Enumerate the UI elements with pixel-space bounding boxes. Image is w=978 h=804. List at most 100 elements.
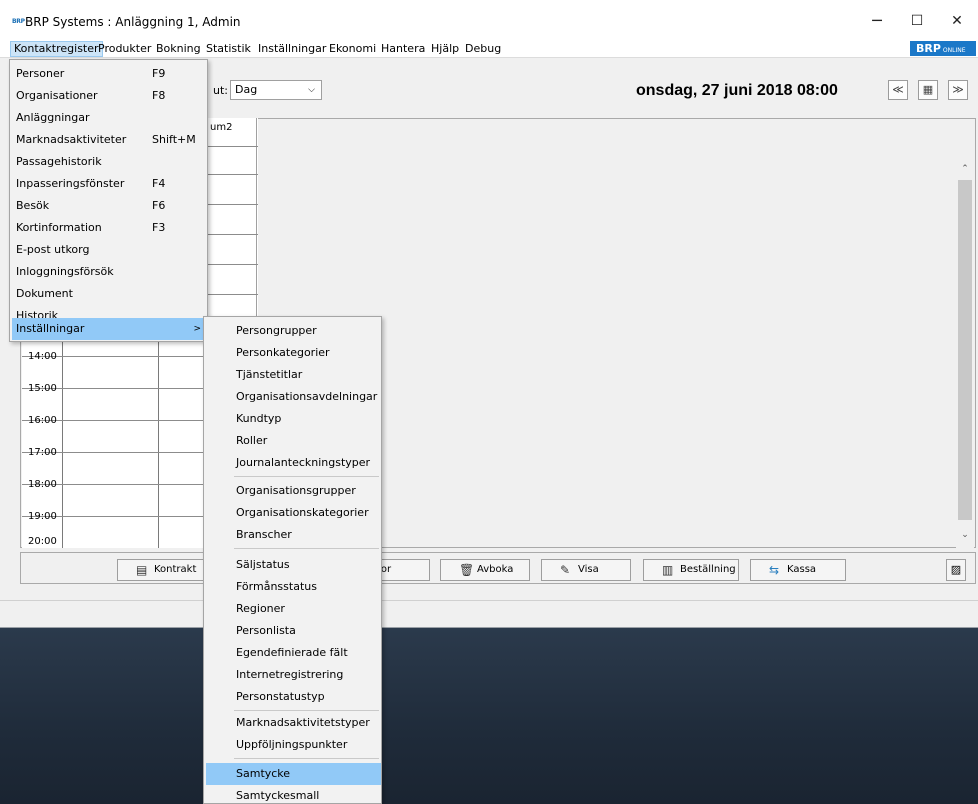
avboka-button-label: Avboka	[477, 564, 514, 575]
scroll-up-arrow-icon[interactable]: ⌃	[958, 164, 972, 178]
view-select[interactable]: Dag ⌵	[230, 80, 322, 100]
avboka-button[interactable]: 🗑 Avboka	[440, 559, 530, 581]
submenu-item-formansstatus[interactable]: Förmånsstatus	[206, 576, 381, 598]
menu-produkter[interactable]: Produkter	[95, 41, 154, 57]
menu-item-shortcut: F6	[152, 199, 166, 212]
desktop-background	[0, 628, 978, 804]
bestallning-button-label: Beställning	[680, 564, 736, 575]
close-button[interactable]: ✕	[942, 8, 972, 34]
hour-label: 20:00	[28, 536, 57, 546]
submenu-item-internetregistrering[interactable]: Internetregistrering	[206, 664, 381, 686]
submenu-item-personkategorier[interactable]: Personkategorier	[206, 342, 381, 364]
menu-item-installningar[interactable]: Inställningar >	[12, 318, 207, 340]
menu-item-anlaggningar[interactable]: Anläggningar	[12, 107, 207, 129]
submenu-item-samtycke[interactable]: Samtycke	[206, 763, 381, 785]
menu-item-marknadsaktiviteter[interactable]: Marknadsaktiviteter Shift+M	[12, 129, 207, 151]
menu-hjalp[interactable]: Hjälp	[428, 41, 462, 57]
submenu-arrow-icon: >	[193, 324, 201, 334]
menu-bar: Kontaktregister Produkter Bokning Statis…	[0, 40, 978, 58]
menu-item-kortinformation[interactable]: Kortinformation F3	[12, 217, 207, 239]
hour-label: 18:00	[28, 479, 57, 490]
menu-item-besok[interactable]: Besök F6	[12, 195, 207, 217]
bestallning-button[interactable]: ▥ Beställning	[643, 559, 739, 581]
submenu-item-personlista[interactable]: Personlista	[206, 620, 381, 642]
menu-kontaktregister[interactable]: Kontaktregister	[10, 41, 103, 57]
submenu-item-personstatustyp[interactable]: Personstatustyp	[206, 686, 381, 708]
menu-item-shortcut: F4	[152, 177, 166, 190]
menu-hantera[interactable]: Hantera	[378, 41, 428, 57]
hour-label: 17:00	[28, 447, 57, 458]
menu-item-label: Inloggningsförsök	[16, 265, 114, 278]
menu-separator	[234, 476, 379, 477]
kontrakt-button-label: Kontrakt	[154, 564, 197, 575]
submenu-item-tjanstetitlar[interactable]: Tjänstetitlar	[206, 364, 381, 386]
submenu-item-organisationskategorier[interactable]: Organisationskategorier	[206, 502, 381, 524]
menu-item-epost-utkorg[interactable]: E-post utkorg	[12, 239, 207, 261]
scroll-down-arrow-icon[interactable]: ⌄	[958, 530, 972, 544]
submenu-item-regioner[interactable]: Regioner	[206, 598, 381, 620]
help-icon[interactable]: ▨	[946, 559, 966, 581]
kassa-button-label: Kassa	[787, 564, 817, 575]
trash-icon: 🗑	[459, 563, 475, 577]
calendar-picker-button[interactable]: ▦	[918, 80, 938, 100]
kassa-button[interactable]: ⇆ Kassa	[750, 559, 846, 581]
submenu-item-roller[interactable]: Roller	[206, 430, 381, 452]
submenu-item-kundtyp[interactable]: Kundtyp	[206, 408, 381, 430]
menu-ekonomi[interactable]: Ekonomi	[326, 41, 379, 57]
submenu-item-samtyckesmall[interactable]: Samtyckesmall	[206, 785, 381, 804]
hour-label: 15:00	[28, 383, 57, 394]
menu-item-personer[interactable]: Personer F9	[12, 63, 207, 85]
book-icon: ▥	[662, 563, 674, 577]
view-select-value: Dag	[235, 83, 258, 96]
menu-item-shortcut: F3	[152, 221, 166, 234]
submenu-item-uppfoljningspunkter[interactable]: Uppföljningspunkter	[206, 734, 381, 756]
hour-label: 19:00	[28, 511, 57, 522]
menu-separator	[234, 758, 379, 759]
menu-separator	[234, 710, 379, 711]
prev-day-button[interactable]: ≪	[888, 80, 908, 100]
contract-icon: ▤	[136, 563, 148, 577]
menu-item-label: Besök	[16, 199, 50, 212]
hour-label: 14:00	[28, 351, 57, 362]
submenu-item-organisationsavdelningar[interactable]: Organisationsavdelningar	[206, 386, 381, 408]
menu-item-label: Personer	[16, 67, 65, 80]
menu-item-inloggningsforsok[interactable]: Inloggningsförsök	[12, 261, 207, 283]
menu-item-passagehistorik[interactable]: Passagehistorik	[12, 151, 207, 173]
menu-item-shortcut: F9	[152, 67, 166, 80]
submenu-item-journalanteckningstyper[interactable]: Journalanteckningstyper	[206, 452, 381, 474]
menu-bokning[interactable]: Bokning	[153, 41, 204, 57]
next-day-button[interactable]: ≫	[948, 80, 968, 100]
maximize-button[interactable]: ☐	[902, 8, 932, 34]
menu-item-organisationer[interactable]: Organisationer F8	[12, 85, 207, 107]
window-title: BRP Systems : Anläggning 1, Admin	[25, 15, 241, 29]
submenu-item-egendefinierade-falt[interactable]: Egendefinierade fält	[206, 642, 381, 664]
submenu-item-saljstatus[interactable]: Säljstatus	[206, 554, 381, 576]
menu-item-label: Inställningar	[16, 322, 85, 335]
submenu-item-persongrupper[interactable]: Persongrupper	[206, 320, 381, 342]
scrollbar-thumb[interactable]	[958, 180, 972, 520]
menu-statistik[interactable]: Statistik	[203, 41, 254, 57]
app-logo: BRP	[12, 18, 25, 25]
kontrakt-button[interactable]: ▤ Kontrakt	[117, 559, 207, 581]
menu-item-label: Organisationer	[16, 89, 98, 102]
minimize-button[interactable]: ─	[862, 8, 892, 34]
menu-debug[interactable]: Debug	[462, 41, 504, 57]
menu-item-shortcut: Shift+M	[152, 133, 196, 146]
cash-icon: ⇆	[769, 563, 780, 577]
edit-icon: ✎	[560, 563, 571, 577]
submenu-item-branscher[interactable]: Branscher	[206, 524, 381, 546]
menu-item-inpasseringsfonster[interactable]: Inpasseringsfönster F4	[12, 173, 207, 195]
menu-item-label: Marknadsaktiviteter	[16, 133, 127, 146]
hour-label: 16:00	[28, 415, 57, 426]
menu-item-dokument[interactable]: Dokument	[12, 283, 207, 305]
visa-button[interactable]: ✎ Visa	[541, 559, 631, 581]
date-title: onsdag, 27 juni 2018 08:00	[636, 82, 838, 99]
submenu-item-marknadsaktivitetstyper[interactable]: Marknadsaktivitetstyper	[206, 712, 381, 734]
menu-item-shortcut: F8	[152, 89, 166, 102]
menu-installningar[interactable]: Inställningar	[255, 41, 329, 57]
resource-column-header: um2	[210, 122, 233, 133]
menu-item-label: Kortinformation	[16, 221, 102, 234]
submenu-item-organisationsgrupper[interactable]: Organisationsgrupper	[206, 480, 381, 502]
menu-item-label: E-post utkorg	[16, 243, 90, 256]
view-label: ut:	[213, 84, 228, 97]
